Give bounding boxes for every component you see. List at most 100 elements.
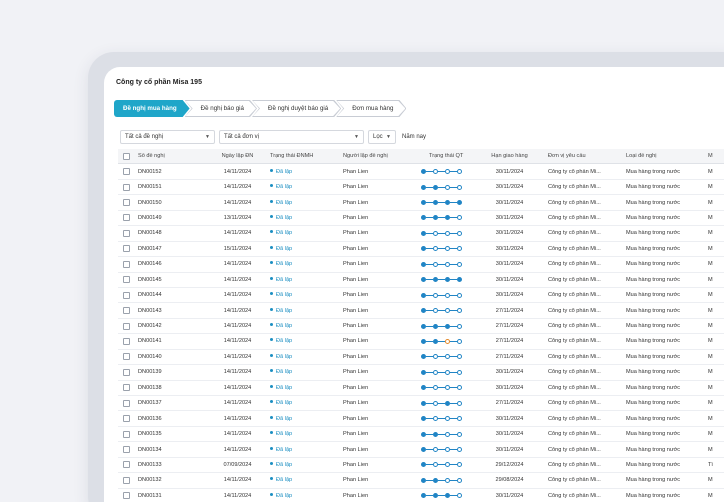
process-status	[415, 492, 477, 500]
request-code[interactable]: DN00147	[134, 246, 207, 252]
requesting-unit: Công ty cổ phần Mi...	[548, 168, 601, 175]
status-dot-icon	[270, 307, 273, 311]
table-row[interactable]: DN00142 14/11/2024 Đã lập Phan Lien 27/1…	[118, 319, 724, 335]
request-code[interactable]: DN00148	[134, 230, 207, 236]
table-row[interactable]: DN00145 14/11/2024 Đã lập Phan Lien 30/1…	[118, 273, 724, 288]
request-code[interactable]: DN00146	[134, 261, 207, 267]
row-checkbox[interactable]	[122, 168, 130, 176]
step-purchase-request[interactable]: Đề nghị mua hàng	[114, 100, 190, 117]
table-row[interactable]: DN00135 14/11/2024 Đã lập Phan Lien 30/1…	[118, 427, 724, 443]
row-checkbox[interactable]	[122, 307, 130, 315]
request-code[interactable]: DN00150	[134, 200, 207, 206]
row-checkbox[interactable]	[122, 446, 130, 454]
request-code[interactable]: DN00134	[134, 447, 207, 453]
table-row[interactable]: DN00152 14/11/2024 Đã lập Phan Lien 30/1…	[118, 164, 724, 180]
request-code[interactable]: DN00145	[134, 277, 207, 283]
row-checkbox[interactable]	[122, 245, 130, 253]
table-row[interactable]: DN00131 14/11/2024 Đã lập Phan Lien 30/1…	[118, 489, 724, 502]
row-checkbox[interactable]	[122, 322, 130, 330]
step-quote-request[interactable]: Đề nghị báo giá	[185, 100, 257, 117]
row-checkbox[interactable]	[122, 276, 130, 284]
row-checkbox[interactable]	[122, 199, 130, 207]
row-checkbox[interactable]	[122, 337, 130, 345]
request-date: 14/11/2024	[223, 415, 252, 422]
row-checkbox[interactable]	[122, 214, 130, 222]
request-code[interactable]: DN00133	[134, 462, 207, 468]
request-code[interactable]: DN00131	[134, 493, 207, 499]
process-status	[415, 368, 477, 376]
more-column-cell: M	[708, 400, 713, 407]
step-purchase-order[interactable]: Đơn mua hàng	[336, 100, 406, 117]
request-code[interactable]: DN00140	[134, 354, 207, 360]
row-checkbox[interactable]	[122, 291, 130, 299]
row-select-cell	[118, 430, 134, 438]
filter-type-select[interactable]: Lọc ▼	[368, 130, 396, 144]
step-quote-approval[interactable]: Đề nghị duyệt báo giá	[252, 100, 341, 117]
col-header-date[interactable]: Ngày lập ĐN	[207, 153, 264, 159]
table-row[interactable]: DN00137 14/11/2024 Đã lập Phan Lien 27/1…	[118, 396, 724, 412]
col-header-process-status[interactable]: Trạng thái QT	[415, 153, 477, 159]
request-code[interactable]: DN00149	[134, 215, 207, 221]
filter-toolbar: Tất cả đề nghị ▼ Tất cả đơn vị ▼ Lọc ▼ N…	[120, 130, 426, 144]
request-code[interactable]: DN00136	[134, 416, 207, 422]
request-code[interactable]: DN00135	[134, 431, 207, 437]
request-code[interactable]: DN00152	[134, 169, 207, 175]
table-row[interactable]: DN00141 14/11/2024 Đã lập Phan Lien 27/1…	[118, 334, 724, 350]
flow-link	[450, 310, 457, 312]
row-checkbox[interactable]	[122, 415, 130, 423]
table-row[interactable]: DN00147 15/11/2024 Đã lập Phan Lien 30/1…	[118, 242, 724, 258]
flow-link	[438, 171, 445, 173]
row-checkbox[interactable]	[122, 461, 130, 469]
request-code[interactable]: DN00142	[134, 323, 207, 329]
table-row[interactable]: DN00138 14/11/2024 Đã lập Phan Lien 30/1…	[118, 381, 724, 396]
request-code[interactable]: DN00144	[134, 292, 207, 298]
table-row[interactable]: DN00144 14/11/2024 Đã lập Phan Lien 30/1…	[118, 288, 724, 304]
row-checkbox[interactable]	[122, 476, 130, 484]
row-checkbox[interactable]	[122, 229, 130, 237]
col-header-creator[interactable]: Người lập đề nghị	[337, 153, 415, 159]
request-code[interactable]: DN00151	[134, 184, 207, 190]
col-header-type[interactable]: Loại đề nghị	[620, 153, 706, 159]
row-checkbox[interactable]	[122, 260, 130, 268]
row-checkbox[interactable]	[122, 183, 130, 191]
table-row[interactable]: DN00136 14/11/2024 Đã lập Phan Lien 30/1…	[118, 411, 724, 427]
table-row[interactable]: DN00148 14/11/2024 Đã lập Phan Lien 30/1…	[118, 226, 724, 242]
table-row[interactable]: DN00151 14/11/2024 Đã lập Phan Lien 30/1…	[118, 180, 724, 196]
flow-link	[438, 340, 445, 342]
table-row[interactable]: DN00134 14/11/2024 Đã lập Phan Lien 30/1…	[118, 442, 724, 458]
row-checkbox[interactable]	[122, 399, 130, 407]
row-checkbox[interactable]	[122, 430, 130, 438]
request-code[interactable]: DN00139	[134, 369, 207, 375]
col-header-unit[interactable]: Đơn vị yêu cầu	[542, 153, 620, 159]
table-row[interactable]: DN00139 14/11/2024 Đã lập Phan Lien 30/1…	[118, 365, 724, 381]
request-code[interactable]: DN00143	[134, 308, 207, 314]
row-checkbox[interactable]	[122, 368, 130, 376]
request-creator: Phan Lien	[343, 369, 369, 376]
unit-filter-select[interactable]: Tất cả đơn vị ▼	[219, 130, 364, 144]
table-row[interactable]: DN00132 14/11/2024 Đã lập Phan Lien 29/0…	[118, 473, 724, 489]
row-checkbox[interactable]	[122, 492, 130, 500]
request-status: Đã lập	[264, 199, 337, 206]
table-row[interactable]: DN00143 14/11/2024 Đã lập Phan Lien 27/1…	[118, 303, 724, 319]
select-all-checkbox[interactable]	[122, 152, 130, 160]
table-row[interactable]: DN00146 14/11/2024 Đã lập Phan Lien 30/1…	[118, 257, 724, 273]
table-row[interactable]: DN00140 14/11/2024 Đã lập Phan Lien 27/1…	[118, 350, 724, 366]
table-row[interactable]: DN00150 14/11/2024 Đã lập Phan Lien 30/1…	[118, 195, 724, 211]
request-code[interactable]: DN00141	[134, 338, 207, 344]
table-row[interactable]: DN00149 13/11/2024 Đã lập Phan Lien 30/1…	[118, 211, 724, 227]
col-header-more[interactable]: M	[706, 153, 716, 159]
request-code[interactable]: DN00138	[134, 385, 207, 391]
row-select-cell	[118, 291, 134, 299]
flow-link	[426, 449, 433, 451]
row-checkbox[interactable]	[122, 384, 130, 392]
request-code[interactable]: DN00132	[134, 477, 207, 483]
period-label[interactable]: Năm nay	[402, 134, 426, 140]
col-header-due-date[interactable]: Hạn giao hàng	[477, 153, 542, 159]
col-header-request-status[interactable]: Trạng thái ĐNMH	[264, 153, 337, 159]
process-flow	[421, 446, 477, 454]
row-checkbox[interactable]	[122, 353, 130, 361]
request-filter-select[interactable]: Tất cả đề nghị ▼	[120, 130, 215, 144]
table-row[interactable]: DN00133 07/09/2024 Đã lập Phan Lien 29/1…	[118, 458, 724, 474]
col-header-code[interactable]: Số đề nghị	[134, 153, 207, 159]
request-code[interactable]: DN00137	[134, 400, 207, 406]
